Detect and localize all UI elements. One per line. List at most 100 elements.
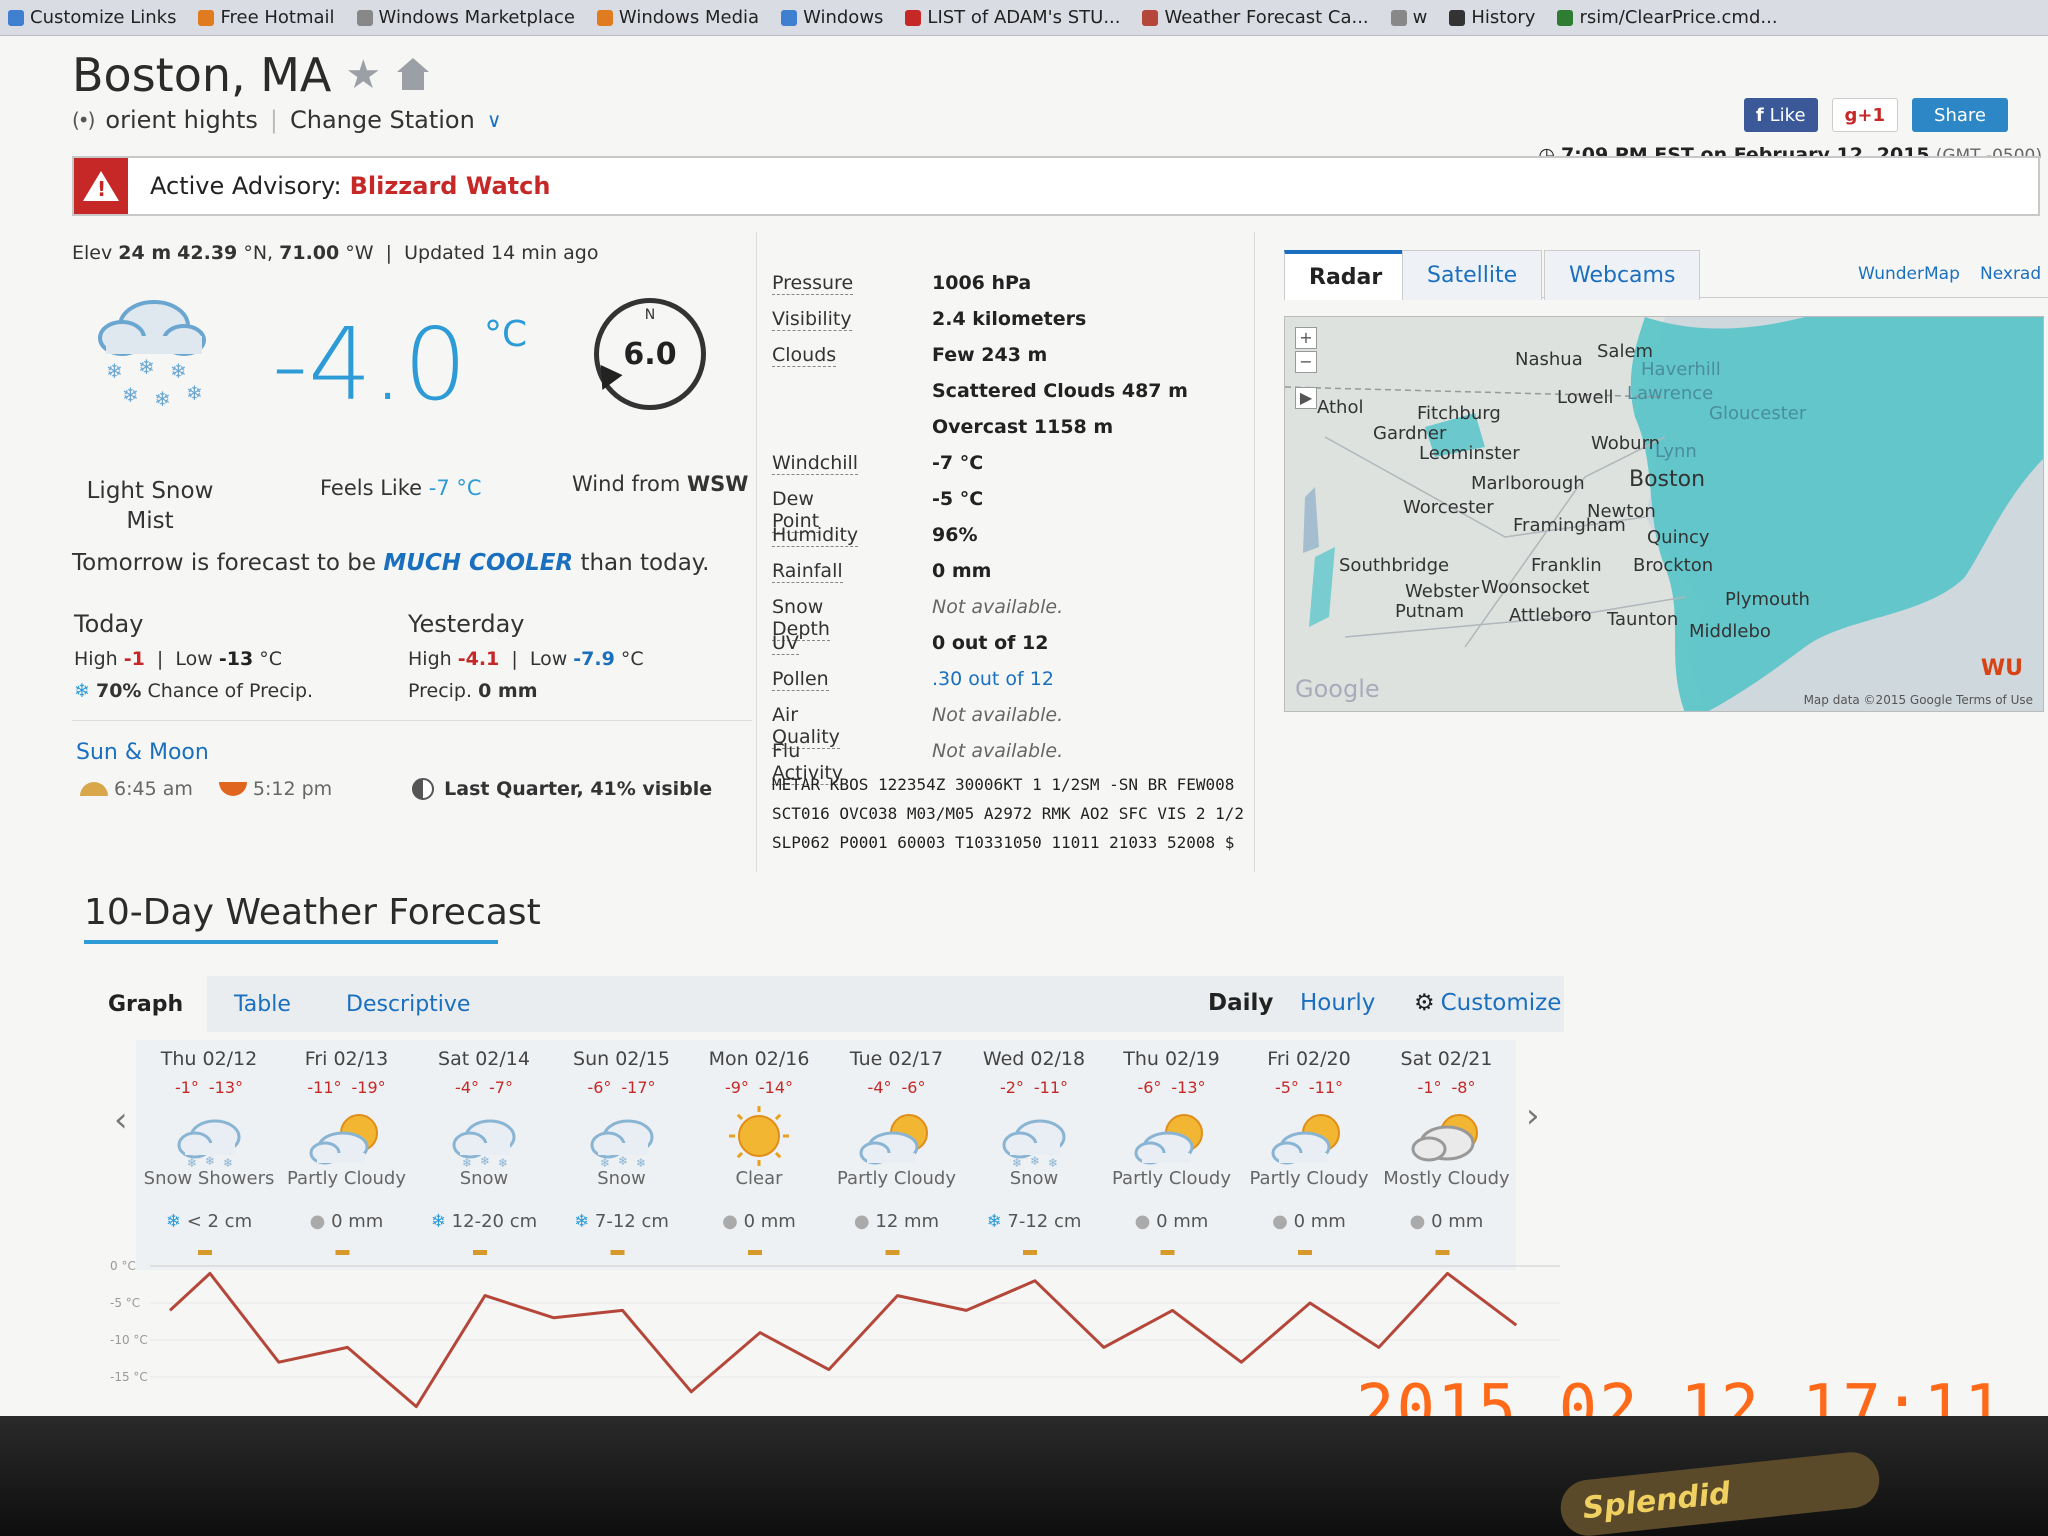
bookmark-item[interactable]: w: [1390, 7, 1427, 28]
wu-logo: WU: [1980, 656, 2023, 681]
detail-label[interactable]: Windchill: [772, 452, 859, 475]
wind-compass: N 6.0: [591, 298, 706, 410]
forecast-date: Fri 02/13: [304, 1048, 389, 1070]
metar-text: METAR KBOS 122354Z 30006KT 1 1/2SM -SN B…: [772, 775, 1254, 852]
tab-table[interactable]: Table: [210, 976, 315, 1032]
radar-map[interactable]: + − ▶ Nashua Salem Haverhill Lawrence Lowell…: [1284, 316, 2044, 712]
map-attribution[interactable]: Map data ©2015 Google Terms of Use: [1804, 693, 2033, 707]
bookmark-item[interactable]: History: [1449, 7, 1535, 28]
station-name[interactable]: orient hights: [105, 106, 257, 134]
temperature-unit[interactable]: °C: [484, 314, 527, 355]
social-buttons: f Like g+1 Share: [1743, 98, 2008, 132]
detail-label[interactable]: Clouds: [772, 344, 837, 367]
wind-arrow-icon: [591, 364, 623, 396]
forecast-day[interactable]: Thu 02/12 -1° -13° ❄ ❄ ❄ Snow Showers ❄ < 2 cm: [140, 1048, 278, 1232]
play-button[interactable]: ▶: [1295, 387, 1317, 409]
forecast-precip: ❄ 7-12 cm: [986, 1211, 1082, 1232]
divider: [756, 232, 757, 872]
sun-marker: [1160, 1250, 1175, 1255]
forecast-day[interactable]: Fri 02/13 -11° -19° Partly Cloudy ● 0 mm: [278, 1048, 416, 1232]
detail-label[interactable]: Pressure: [772, 272, 854, 295]
map-city-label: Webster: [1405, 581, 1480, 602]
star-icon[interactable]: ★: [345, 52, 381, 98]
forecast-date: Thu 02/12: [160, 1048, 258, 1070]
map-city-label: Nashua: [1515, 349, 1583, 370]
snowflake-icon: ❄: [165, 1211, 181, 1232]
separator: |: [269, 106, 278, 134]
map-city-label: Putnam: [1395, 601, 1464, 622]
map-city-label: Marlborough: [1471, 473, 1585, 494]
map-city-label: Boston: [1629, 467, 1706, 492]
detail-label[interactable]: UV: [772, 632, 799, 655]
sunrise-icon: [80, 782, 108, 796]
zoom-in-button[interactable]: +: [1295, 327, 1317, 349]
forecast-day[interactable]: Mon 02/16 -9° -14° Clear ● 0 mm: [690, 1048, 828, 1232]
tab-graph[interactable]: Graph: [84, 976, 208, 1032]
forecast-condition: Snow: [597, 1168, 646, 1189]
tab-webcams[interactable]: Webcams: [1544, 250, 1701, 300]
bookmark-item[interactable]: Windows Media: [596, 7, 759, 28]
bookmark-item[interactable]: Free Hotmail: [198, 7, 335, 28]
svg-text:❄: ❄: [187, 1156, 197, 1169]
detail-value: .30 out of 12: [932, 668, 1054, 690]
tab-radar[interactable]: Radar: [1284, 250, 1408, 300]
chevron-down-icon[interactable]: ∨: [487, 108, 502, 132]
forecast-temps: -4° -6°: [867, 1078, 926, 1097]
detail-label[interactable]: Pollen: [772, 668, 829, 691]
wundermap-link[interactable]: WunderMap: [1858, 264, 1960, 284]
detail-label[interactable]: Rainfall: [772, 560, 843, 583]
bookmark-icon: [1142, 9, 1159, 26]
forecast-precip: ● 0 mm: [1272, 1211, 1346, 1232]
svg-text:❄: ❄: [600, 1156, 610, 1169]
like-button[interactable]: f Like: [1743, 98, 1818, 132]
advisory-type[interactable]: Blizzard Watch: [350, 172, 551, 200]
nexrad-link[interactable]: Nexrad: [1980, 264, 2041, 284]
sunset-icon: [218, 782, 247, 796]
bookmark-item[interactable]: LIST of ADAM's STU...: [905, 7, 1120, 28]
view-hourly[interactable]: Hourly: [1300, 990, 1375, 1016]
sun-marker: [1298, 1250, 1312, 1255]
tab-descriptive[interactable]: Descriptive: [322, 976, 494, 1032]
bookmark-item[interactable]: Customize Links: [8, 7, 176, 28]
map-city-label: Leominster: [1419, 443, 1520, 464]
share-button[interactable]: Share: [1912, 98, 2008, 132]
map-city-label: Gardner: [1373, 423, 1447, 444]
forecast-day[interactable]: Fri 02/20 -5° -11° Partly Cloudy ● 0 mm: [1240, 1048, 1378, 1232]
chevron-right-icon[interactable]: ›: [1526, 1096, 1540, 1136]
forecast-day[interactable]: Thu 02/19 -6° -13° Partly Cloudy ● 0 mm: [1103, 1048, 1241, 1232]
detail-label[interactable]: Humidity: [772, 524, 859, 547]
divider: [1254, 232, 1255, 872]
zoom-out-button[interactable]: −: [1295, 351, 1317, 373]
gplus-button[interactable]: g+1: [1831, 98, 1899, 132]
light-snow-icon: ❄ ❄ ❄ ❄ ❄ ❄: [98, 300, 206, 411]
bookmark-item[interactable]: Windows Marketplace: [356, 7, 575, 28]
forecast-day[interactable]: Wed 02/18 -2° -11° ❄ ❄ ❄ Snow ❄ 7-12 cm: [965, 1048, 1103, 1232]
forecast-condition: Snow: [1009, 1168, 1059, 1189]
temperature-graph: 0 °C -5 °C -10 °C -15 °C: [110, 1250, 1560, 1409]
change-station-link[interactable]: Change Station: [290, 106, 475, 134]
chevron-left-icon[interactable]: ‹: [114, 1100, 128, 1140]
forecast-condition: Clear: [735, 1168, 783, 1189]
advisory-banner[interactable]: Active Advisory: Blizzard Watch: [72, 156, 2040, 216]
sun-moon-title[interactable]: Sun & Moon: [76, 740, 209, 765]
bookmark-item[interactable]: rsim/ClearPrice.cmd...: [1557, 7, 1778, 28]
customize-button[interactable]: ⚙ Customize: [1414, 990, 1561, 1016]
bookmark-item[interactable]: Windows: [781, 7, 883, 28]
detail-label[interactable]: Visibility: [772, 308, 852, 331]
sun-marker: [473, 1250, 487, 1255]
forecast-day[interactable]: Tue 02/17 -4° -6° Partly Cloudy ● 12 mm: [828, 1048, 966, 1232]
map-city-label: Middlebo: [1689, 621, 1771, 642]
forecast-day[interactable]: Sun 02/15 -6° -17° ❄ ❄ ❄ Snow ❄ 7-12 cm: [553, 1048, 691, 1232]
forecast-day[interactable]: Sat 02/14 -4° -7° ❄ ❄ ❄ Snow ❄ 12-20 cm: [415, 1048, 553, 1232]
map-city-label: Woonsocket: [1481, 577, 1590, 598]
bookmark-item[interactable]: Weather Forecast Ca...: [1142, 7, 1369, 28]
home-icon[interactable]: [395, 58, 431, 92]
raindrop-icon: ●: [309, 1211, 326, 1232]
forecast-day[interactable]: Sat 02/21 -1° -8° Mostly Cloudy ● 0 mm: [1378, 1048, 1516, 1232]
map-city-label: Southbridge: [1339, 555, 1450, 576]
forecast-precip: ● 0 mm: [1134, 1211, 1209, 1232]
detail-value: -5 °C: [932, 488, 984, 510]
view-daily[interactable]: Daily: [1208, 990, 1273, 1016]
svg-text:❄: ❄: [170, 359, 187, 383]
tab-satellite[interactable]: Satellite: [1402, 250, 1543, 300]
